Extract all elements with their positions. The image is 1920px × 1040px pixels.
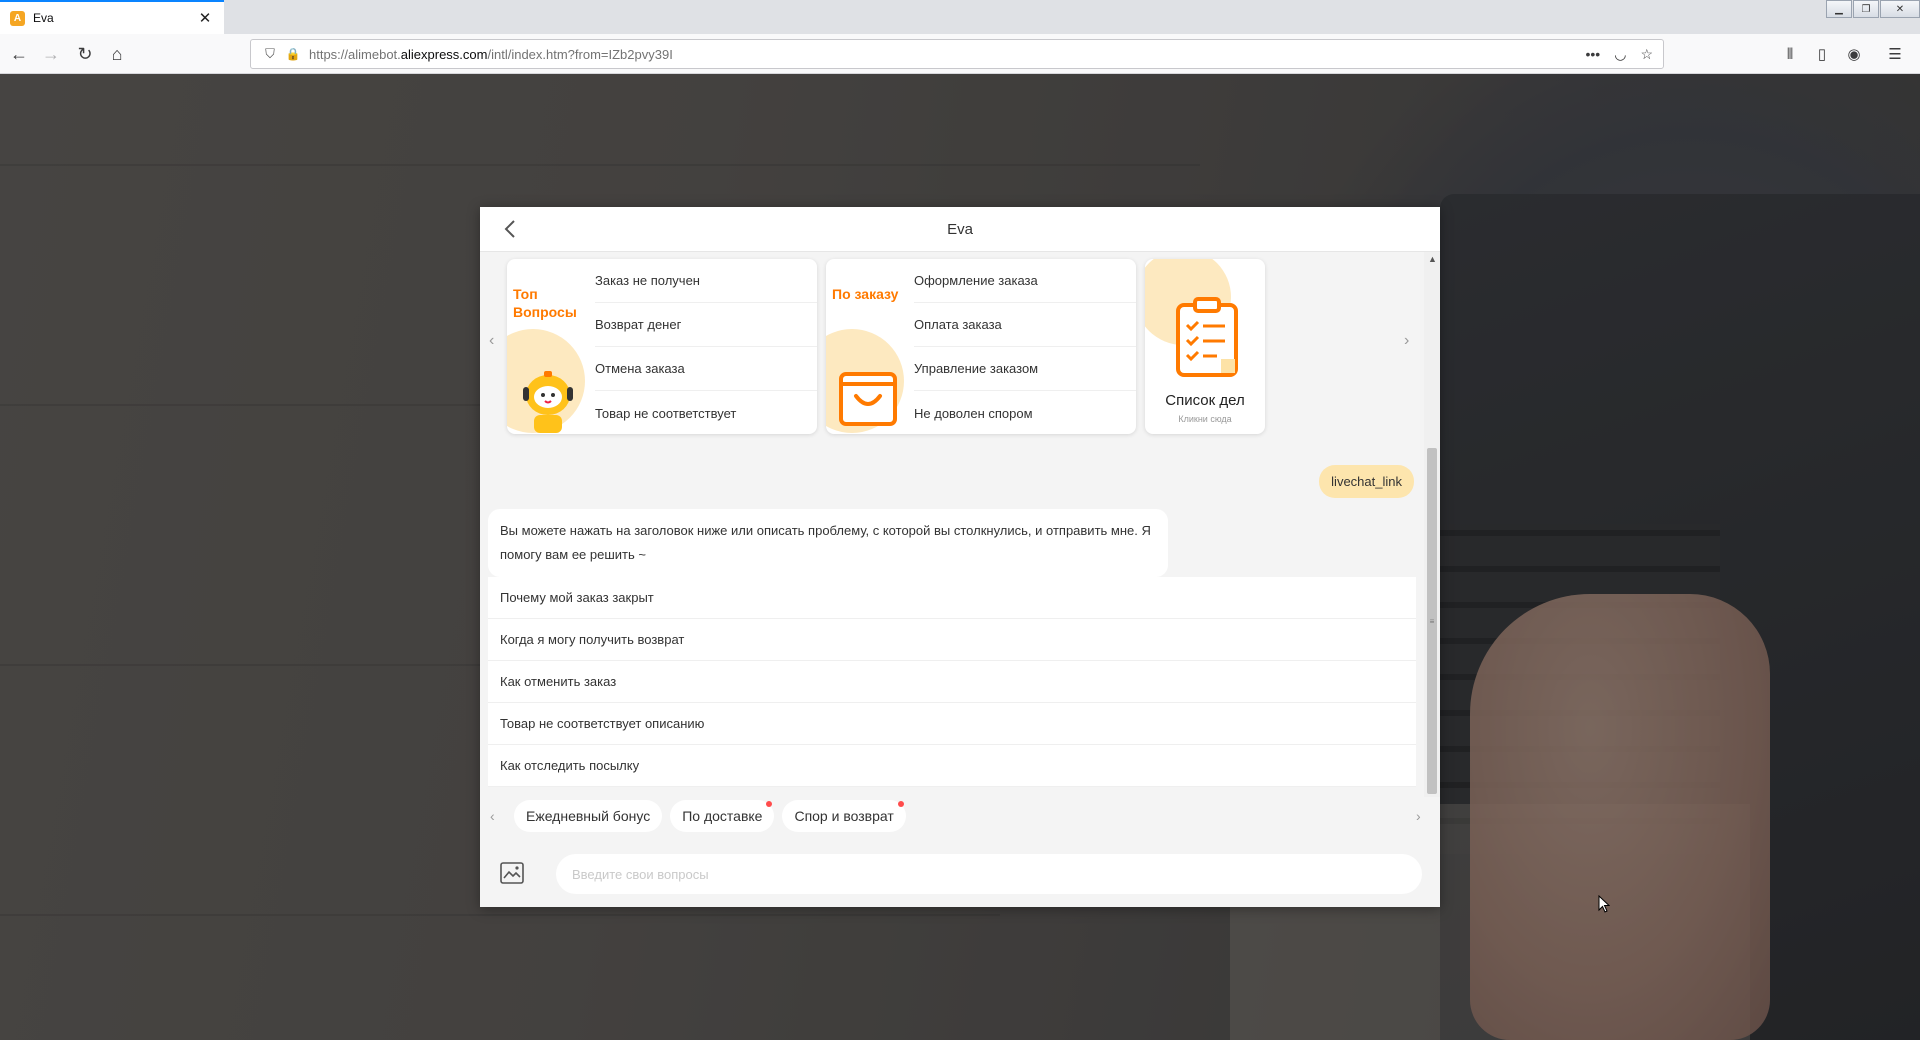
tab-bar: A Eva ✕ ▁ ❐ ✕ <box>0 0 1920 34</box>
account-icon[interactable]: ◉ <box>1838 41 1870 67</box>
quick-chips: ‹ Ежедневный бонус По доставке Спор и во… <box>480 792 1440 840</box>
notification-dot <box>766 801 773 807</box>
card-category-label: По заказу <box>832 286 899 302</box>
card-item[interactable]: Возврат денег <box>595 303 817 347</box>
cards-next-icon[interactable]: › <box>1404 332 1409 350</box>
minimize-window-button[interactable]: ▁ <box>1826 0 1852 18</box>
chip-delivery[interactable]: По доставке <box>670 800 775 832</box>
forward-arrow-icon[interactable]: → <box>38 41 64 67</box>
card-item[interactable]: Отмена заказа <box>595 347 817 391</box>
favicon-icon: A <box>10 10 25 26</box>
chip-label: По доставке <box>682 808 763 824</box>
user-message: livechat_link <box>1319 465 1414 498</box>
pocket-icon[interactable]: ◡ <box>1614 46 1626 63</box>
chat-window: Eva ‹ › Топ Вопросы Заказ не получен Воз… <box>480 207 1440 907</box>
card-item[interactable]: Оплата заказа <box>914 303 1136 347</box>
scrollbar-thumb[interactable]: ≡ <box>1427 448 1437 794</box>
todo-subtitle: Кликни сюда <box>1178 414 1232 424</box>
bookmark-star-icon[interactable]: ☆ <box>1640 46 1653 63</box>
card-category: Топ Вопросы <box>507 259 595 434</box>
card-items: Оформление заказа Оплата заказа Управлен… <box>914 259 1136 434</box>
close-window-button[interactable]: ✕ <box>1880 0 1920 18</box>
bot-message: Вы можете нажать на заголовок ниже или о… <box>488 509 1168 577</box>
mouse-cursor-icon <box>1598 895 1610 913</box>
home-icon[interactable]: ⌂ <box>104 41 130 67</box>
question-item[interactable]: Товар не соответствует описанию <box>488 703 1416 745</box>
restore-window-button[interactable]: ❐ <box>1853 0 1879 18</box>
chat-scrollbar[interactable]: ▲ ≡ <box>1424 252 1440 797</box>
menu-icon[interactable]: ☰ <box>1870 41 1920 67</box>
chips-prev-icon[interactable]: ‹ <box>490 808 506 824</box>
message-input[interactable] <box>556 854 1422 894</box>
browser-tab[interactable]: A Eva ✕ <box>0 0 224 34</box>
url-actions: ••• ◡ ☆ <box>1586 46 1654 63</box>
shield-icon[interactable]: ⛉ <box>257 46 283 62</box>
lock-icon[interactable]: 🔒 <box>283 47 303 61</box>
address-bar[interactable]: ⛉ 🔒 https://alimebot.aliexpress.com/intl… <box>250 39 1664 69</box>
more-actions-icon[interactable]: ••• <box>1586 46 1601 63</box>
window-controls: ▁ ❐ ✕ <box>1825 0 1920 18</box>
chips-next-icon[interactable]: › <box>1416 808 1432 824</box>
clipboard-checklist-icon <box>1176 297 1238 377</box>
tab-title: Eva <box>33 11 54 25</box>
sidebar-icon[interactable]: ▯ <box>1806 41 1838 67</box>
cards-prev-icon[interactable]: ‹ <box>489 332 494 350</box>
card-item[interactable]: Товар не соответствует <box>595 391 817 434</box>
card-item[interactable]: Заказ не получен <box>595 259 817 303</box>
order-card: По заказу Оформление заказа Оплата заказ… <box>826 259 1136 434</box>
suggested-questions: Почему мой заказ закрыт Когда я могу пол… <box>488 577 1416 787</box>
library-icon[interactable]: ⫴ <box>1774 41 1806 67</box>
image-upload-icon[interactable] <box>500 862 524 884</box>
chat-title: Eva <box>947 220 973 238</box>
card-item[interactable]: Не доволен спором <box>914 391 1136 434</box>
reload-icon[interactable]: ↻ <box>72 41 98 67</box>
url-text[interactable]: https://alimebot.aliexpress.com/intl/ind… <box>303 47 1586 62</box>
shopping-bag-icon <box>839 372 897 426</box>
chip-dispute-return[interactable]: Спор и возврат <box>782 800 906 832</box>
toolbar-right: ⫴ ▯ ◉ ☰ <box>1774 41 1920 67</box>
question-item[interactable]: Почему мой заказ закрыт <box>488 577 1416 619</box>
back-arrow-icon[interactable]: ← <box>6 41 32 67</box>
back-button[interactable] <box>498 217 522 241</box>
chat-content: ‹ › Топ Вопросы Заказ не получен Возврат… <box>480 252 1424 792</box>
card-category-label: Топ Вопросы <box>513 286 577 320</box>
question-item[interactable]: Как отменить заказ <box>488 661 1416 703</box>
chip-label: Ежедневный бонус <box>526 808 651 824</box>
robot-mascot-icon <box>523 371 573 433</box>
chip-daily-bonus[interactable]: Ежедневный бонус <box>514 800 663 832</box>
nav-bar: ← → ↻ ⌂ ⛉ 🔒 https://alimebot.aliexpress.… <box>0 34 1920 74</box>
close-tab-icon[interactable]: ✕ <box>196 9 214 27</box>
question-item[interactable]: Когда я могу получить возврат <box>488 619 1416 661</box>
chat-header: Eva <box>480 207 1440 252</box>
input-bar <box>480 840 1440 907</box>
card-item[interactable]: Оформление заказа <box>914 259 1136 303</box>
todo-list-card[interactable]: Список дел Кликни сюда <box>1145 259 1265 434</box>
notification-dot <box>897 801 904 807</box>
card-item[interactable]: Управление заказом <box>914 347 1136 391</box>
chip-label: Спор и возврат <box>794 808 894 824</box>
scroll-up-icon[interactable]: ▲ <box>1428 254 1437 264</box>
question-item[interactable]: Как отследить посылку <box>488 745 1416 787</box>
todo-title: Список дел <box>1165 392 1245 409</box>
card-items: Заказ не получен Возврат денег Отмена за… <box>595 259 817 434</box>
top-questions-card: Топ Вопросы Заказ не получен Возврат ден… <box>507 259 817 434</box>
card-category: По заказу <box>826 259 914 434</box>
chevron-left-icon <box>504 220 515 238</box>
